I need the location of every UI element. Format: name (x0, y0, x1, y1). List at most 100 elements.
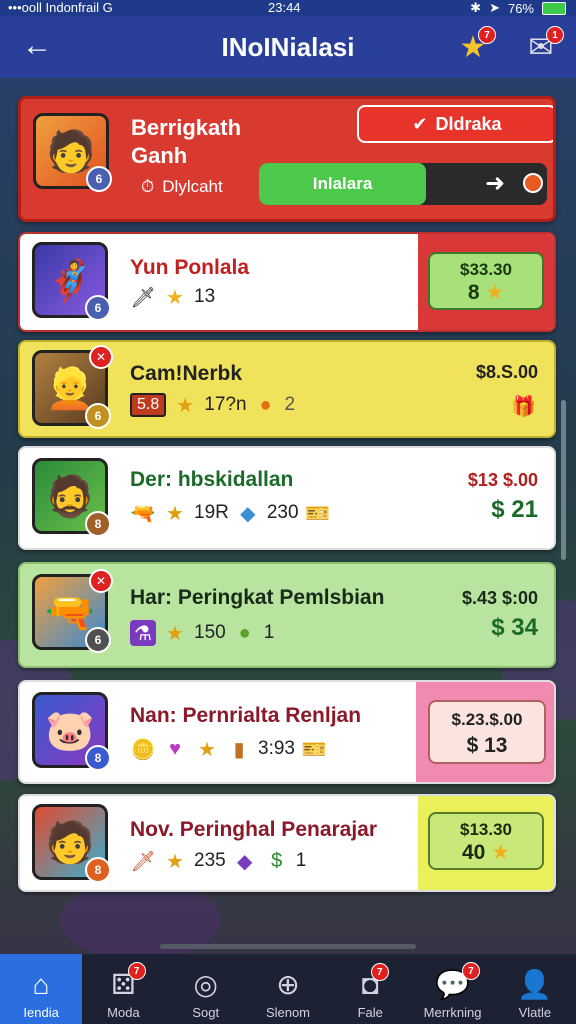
item-avatar: 👱 ✕ 6 (32, 345, 113, 429)
bottom-nav: ⌂ Iendia ⚄ 7 Moda ◎ Sogt ⊕ Slenom ◘ 7 Fale… (0, 954, 576, 1024)
arrow-right-icon[interactable]: ➜ (485, 169, 505, 198)
stat-value: 17?n (204, 394, 247, 415)
nav-label: Vlatle (518, 1005, 552, 1020)
notification-badge: 1 (546, 26, 564, 44)
level-badge: 8 (85, 857, 111, 883)
status-icons: ✱ ➤ 76% (470, 0, 566, 16)
level-badge: 6 (85, 627, 111, 653)
star-icon: ★ (176, 394, 195, 417)
nav-label: Slenom (265, 1005, 311, 1020)
nav-label: Fale (357, 1005, 383, 1020)
home-icon: ⌂ (32, 969, 50, 1000)
featured-name-line1: Berrigkath (131, 115, 242, 140)
level-badge: 8 (85, 511, 111, 537)
price-button[interactable]: $33.30 8 ★ (428, 252, 544, 310)
list-item[interactable]: 👱 ✕ 6 Cam!Nerbk 5.8 ★ 17?n ● 2 $8.S.00 🎁 (18, 340, 556, 438)
level-badge: 6 (85, 403, 111, 429)
price-button[interactable]: $13.30 40 ★ (428, 812, 544, 870)
price-subtext: $ 21 (491, 496, 538, 523)
notification-badge: 7 (478, 26, 496, 44)
nav-item-messaging[interactable]: 💬 7 Merrkning (411, 954, 493, 1024)
close-icon[interactable]: ✕ (89, 569, 113, 593)
list-item[interactable]: 🧔 8 Der: hbskidallan 🔫 ★ 19R ◆ 230 🎫 $13… (18, 446, 556, 550)
stat-value: 1 (263, 622, 275, 643)
featured-name-line2: Ganh (131, 143, 188, 168)
list-item[interactable]: 🔫 ✕ 6 Har: Peringkat Pemlsbian ⚗ ★ 150 ●… (18, 562, 556, 668)
stat-value: 13 (194, 286, 216, 307)
stat-value: 19R (194, 502, 229, 523)
featured-sub-label: Dlylcaht (162, 177, 223, 196)
item-avatar: 🦸 6 (32, 242, 111, 321)
nav-label: Moda (107, 1005, 140, 1020)
level-badge: 6 (86, 166, 112, 192)
claim-button[interactable]: ✔ Dldraka (357, 105, 553, 143)
app-header: ← INoINialasi ★ 7 ✉ 1 (0, 16, 576, 78)
stat-value: 1 (295, 850, 307, 871)
gift-icon[interactable]: 🎁 (511, 394, 536, 419)
item-name: Har: Peringkat Pemlsbian (130, 586, 385, 609)
ticket-icon: 🎫 (301, 738, 327, 761)
chat-icon: 💬 7 (435, 962, 480, 1001)
potion-icon: ⚗ (130, 620, 156, 646)
level-badge: 8 (85, 745, 111, 771)
stat-value: 150 (194, 622, 226, 643)
mail-icon[interactable]: ✉ 1 (524, 26, 564, 64)
star-icon: ★ (485, 281, 505, 304)
close-icon[interactable]: ✕ (89, 345, 113, 369)
price-text: $.43 $:00 (461, 588, 538, 608)
card-icon: ▮ (233, 738, 245, 761)
coin-icon: ● (259, 393, 272, 416)
featured-card[interactable]: 🧑 6 Berrigkath Ganh ⏱ Dlylcaht ✔ Dldraka… (18, 96, 556, 222)
star-icon: ★ (491, 841, 511, 864)
bag-icon: ◘ 7 (362, 963, 389, 1001)
coin-stack-icon: 🪙 (130, 738, 156, 761)
heart-icon: ♥ (169, 737, 181, 760)
scrollbar[interactable] (561, 400, 566, 560)
level-badge: 6 (85, 295, 111, 321)
price-text: $8.S.00 (475, 362, 538, 382)
stat-value: 2 (284, 394, 296, 415)
featured-sub: ⏱ Dlylcaht (141, 177, 223, 197)
nav-label: Iendia (23, 1005, 59, 1020)
nav-item-profile[interactable]: 👤 Vlatle (494, 954, 576, 1024)
price-button[interactable]: $.23.$.00 $ 13 (428, 700, 546, 764)
nav-item-fale[interactable]: ◘ 7 Fale (329, 954, 411, 1024)
stat-value: 3:93 (258, 738, 295, 759)
battery-text: 76% (507, 0, 534, 16)
item-stats: 🗡 ★ 13 (130, 284, 215, 310)
notification-badge: 7 (127, 962, 146, 980)
item-name: Yun Ponlala (130, 256, 250, 279)
stat-value: 235 (194, 850, 226, 871)
ticket-icon: 🎫 (305, 502, 331, 525)
hero-blonde-icon: 👱 (45, 366, 95, 411)
star-icon[interactable]: ★ 7 (456, 26, 496, 64)
hero-green-icon: 🧔 (45, 474, 95, 519)
nav-item-sogt[interactable]: ◎ Sogt (165, 954, 247, 1024)
nav-label: Sogt (192, 1005, 220, 1020)
price-subtext: 40 ★ (461, 841, 511, 864)
blaster-item-icon: 🔫 (45, 590, 95, 635)
item-stats: 🔫 ★ 19R ◆ 230 🎫 (130, 500, 331, 526)
level-tag: 5.8 (130, 393, 167, 417)
list-item[interactable]: 🦸 6 Yun Ponlala 🗡 ★ 13 $33.30 8 ★ (18, 232, 556, 332)
item-avatar: 🔫 ✕ 6 (32, 569, 113, 653)
hero-cyan-icon: 🧑 (45, 820, 95, 865)
star-icon: ★ (166, 286, 184, 309)
item-name: Der: hbskidallan (130, 468, 294, 491)
item-avatar: 🐷 8 (32, 692, 111, 771)
nav-item-slenom[interactable]: ⊕ Slenom (247, 954, 329, 1024)
nav-item-mode[interactable]: ⚄ 7 Moda (82, 954, 164, 1024)
notification-badge: 7 (370, 963, 389, 981)
timer-icon: ⏱ (141, 177, 155, 196)
blaster-icon: 🔫 (130, 502, 156, 525)
notification-badge: 7 (461, 962, 480, 980)
progress-bar[interactable]: Inlalara ➜ (259, 163, 547, 205)
price-subtext: $ 34 (491, 614, 538, 641)
item-name: Nov. Peringhal Penarajar (130, 818, 378, 841)
list-item[interactable]: 🧑 8 Nov. Peringhal Penarajar 🗡 ★ 235 ◆ $… (18, 794, 556, 892)
price-subtext: $ 13 (466, 734, 508, 757)
nav-item-home[interactable]: ⌂ Iendia (0, 954, 83, 1024)
progress-fill: Inlalara (259, 163, 427, 205)
list-item[interactable]: 🐷 8 Nan: Pernrialta Renljan 🪙 ♥ ★ ▮ 3:93… (18, 680, 556, 784)
clock-text: 23:44 (268, 0, 301, 15)
